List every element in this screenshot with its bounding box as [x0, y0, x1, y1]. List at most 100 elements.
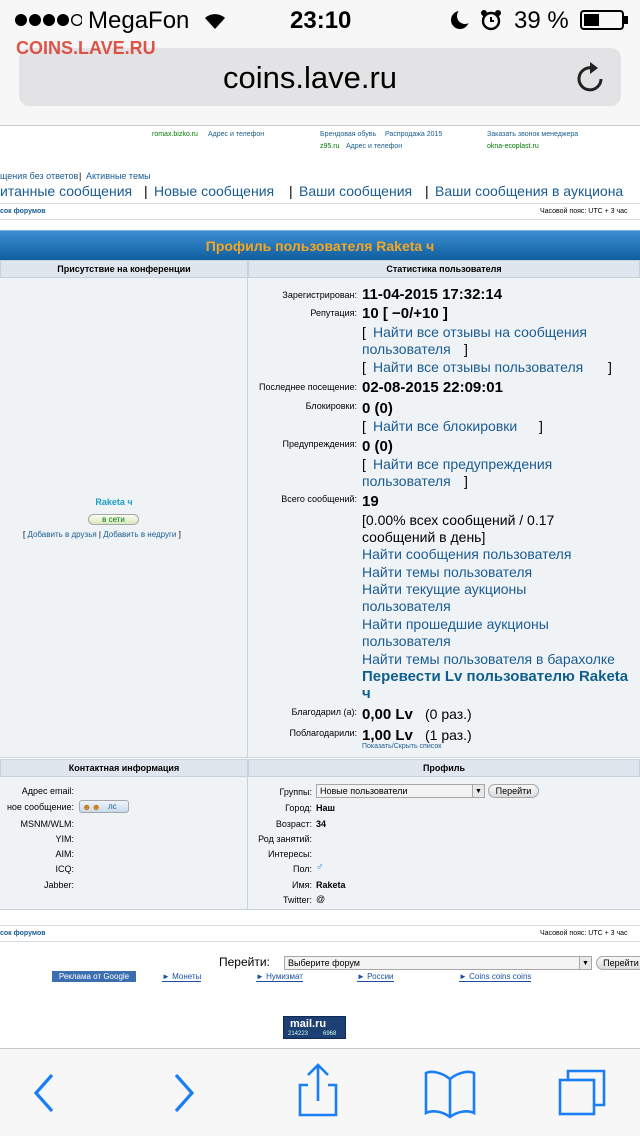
share-icon	[298, 1063, 338, 1117]
add-friend-link[interactable]: Добавить в друзья	[27, 530, 96, 539]
username: Raketa ч	[95, 497, 133, 507]
transfer-lv-link[interactable]: Перевести Lv пользователю Raketa	[362, 668, 628, 685]
ad-link[interactable]: Распродажа 2015	[385, 131, 442, 138]
add-foe-link[interactable]: Добавить в недруги	[103, 530, 176, 539]
forum-index-link[interactable]: сок форумов	[0, 208, 46, 215]
contact-panel	[0, 777, 248, 910]
forward-button[interactable]	[134, 1049, 234, 1136]
stats-header-text: Статистика пользователя	[386, 264, 502, 274]
ad-link[interactable]: Адрес и телефон	[208, 131, 264, 138]
footer-timezone: Часовой пояс: UTC + 3 час	[540, 930, 628, 937]
ad-link[interactable]: Адрес и телефон	[346, 143, 402, 150]
pm-button[interactable]: ☻☻ лс	[79, 800, 129, 813]
presence-header: Присутствие на конференции	[0, 260, 248, 278]
profile-banner: Профиль пользователя Raketa ч	[0, 230, 640, 260]
online-status-text: в сети	[102, 515, 125, 524]
find-past-auctions-link[interactable]: Найти прошедшие аукционы	[362, 616, 549, 633]
jump-go-button[interactable]: Перейти	[596, 956, 640, 970]
back-button[interactable]	[0, 1049, 100, 1136]
show-hide-list-link[interactable]: Показать/Скрыть список	[362, 743, 441, 750]
yim-label: YIM:	[55, 834, 74, 844]
online-status-button[interactable]: в сети	[88, 514, 139, 525]
contact-header-text: Контактная информация	[68, 763, 180, 773]
nav-unanswered-link[interactable]: щения без ответов	[0, 171, 78, 181]
bracket: ]	[464, 473, 468, 489]
bracket: [	[362, 418, 366, 434]
posts-value: 19	[362, 493, 379, 510]
jump-label: Перейти:	[219, 955, 270, 969]
chevron-down-icon: ▼	[472, 785, 484, 797]
timezone-label: Часовой пояс: UTC + 3 час	[540, 208, 628, 215]
occupation-label: Род занятий:	[258, 834, 312, 844]
find-warnings-link-cont[interactable]: пользователя	[362, 473, 451, 490]
nav-active-topics-link[interactable]: Активные темы	[86, 171, 151, 181]
ad-link[interactable]: z95.ru	[320, 143, 339, 150]
presence-header-text: Присутствие на конференции	[57, 264, 191, 274]
rep-feedback-on-posts-link-cont[interactable]: пользователя	[362, 341, 451, 358]
rep-feedback-by-user-link[interactable]: Найти все отзывы пользователя	[373, 359, 583, 376]
ad-link[interactable]: ► Монеты	[162, 972, 202, 982]
transfer-lv-link-cont[interactable]: ч	[362, 685, 371, 702]
find-current-auctions-link[interactable]: Найти текущие аукционы	[362, 581, 526, 598]
divider	[0, 925, 640, 926]
male-icon: ♂	[316, 862, 324, 873]
bans-label: Блокировки:	[305, 401, 357, 411]
ad-link[interactable]: Брендовая обувь	[320, 131, 376, 138]
twitter-label: Twitter:	[282, 895, 312, 905]
page-title: Профиль пользователя Raketa ч	[205, 238, 435, 254]
tabs-button[interactable]	[534, 1049, 634, 1136]
ad-link[interactable]: ► Нумизмат	[256, 972, 303, 982]
find-bans-link[interactable]: Найти все блокировки	[373, 418, 517, 435]
jump-select-value: Выберите форум	[288, 958, 360, 968]
mailru-counter[interactable]: mail.ru 214223 6968	[283, 1016, 346, 1039]
share-button[interactable]	[268, 1049, 368, 1136]
ad-link[interactable]: Заказать звонок менеджера	[487, 131, 578, 138]
rep-feedback-on-posts-link[interactable]: Найти все отзывы на сообщения	[373, 324, 587, 341]
reload-icon[interactable]	[577, 61, 607, 98]
find-flea-market-topics-link[interactable]: Найти темы пользователя в барахолке	[362, 651, 615, 668]
interests-label: Интересы:	[268, 849, 312, 859]
city-value: Наш	[316, 803, 336, 813]
find-past-auctions-link-cont[interactable]: пользователя	[362, 633, 451, 650]
nav-unread-link[interactable]: итанные сообщения	[0, 183, 132, 199]
divider	[0, 219, 640, 220]
ad-link[interactable]: romax.bizko.ru	[152, 131, 198, 138]
posts-percent: [0.00% всех сообщений / 0.17	[362, 512, 555, 528]
jump-select[interactable]: Выберите форум ▼	[284, 956, 592, 970]
site-watermark: COINS.LAVE.RU	[16, 38, 156, 58]
footer-forum-index-link[interactable]: сок форумов	[0, 930, 46, 937]
find-user-posts-link[interactable]: Найти сообщения пользователя	[362, 546, 571, 563]
find-current-auctions-link-cont[interactable]: пользователя	[362, 598, 451, 615]
bans-value: 0 (0)	[362, 400, 393, 417]
thanked-count: (0 раз.)	[425, 706, 472, 722]
jabber-label: Jabber:	[43, 880, 74, 890]
bookmarks-button[interactable]	[400, 1049, 500, 1136]
posts-percent-cont: сообщений в день]	[362, 529, 486, 545]
google-ads-label[interactable]: Реклама от Google	[52, 971, 136, 982]
ad-link[interactable]: ► России	[357, 972, 394, 982]
ad-link[interactable]: ► Coins coins coins	[459, 972, 532, 982]
reputation-label: Репутация:	[310, 308, 357, 318]
pm-label: ное сообщение:	[6, 802, 74, 812]
jump-go-label: Перейти	[603, 958, 639, 968]
find-warnings-link[interactable]: Найти все предупреждения	[373, 456, 552, 473]
friend-links: [ Добавить в друзья | Добавить в недруги…	[23, 530, 181, 539]
contact-header: Контактная информация	[0, 759, 248, 777]
stats-header: Статистика пользователя	[248, 260, 640, 278]
url-text[interactable]: coins.lave.ru	[223, 60, 397, 96]
nav-separator: |	[425, 183, 429, 199]
find-user-topics-link[interactable]: Найти темы пользователя	[362, 564, 532, 581]
ad-link[interactable]: okna-ecoplast.ru	[487, 143, 539, 150]
was-thanked-count: (1 раз.)	[425, 727, 472, 743]
nav-new-posts-link[interactable]: Новые сообщения	[154, 183, 274, 199]
nav-auction-posts-link[interactable]: Ваши сообщения в аукциона	[435, 183, 623, 199]
pm-button-label: лс	[108, 802, 117, 811]
carrier-name: MegaFon	[88, 7, 190, 34]
groups-select[interactable]: Новые пользователи ▼	[316, 784, 485, 798]
msnm-label: MSNM/WLM:	[20, 819, 75, 829]
bracket: [	[362, 324, 366, 340]
google-ads-text: Реклама от Google	[58, 972, 130, 981]
warnings-label: Предупреждения:	[282, 439, 357, 449]
groups-go-button[interactable]: Перейти	[488, 784, 539, 798]
nav-your-posts-link[interactable]: Ваши сообщения	[299, 183, 412, 199]
